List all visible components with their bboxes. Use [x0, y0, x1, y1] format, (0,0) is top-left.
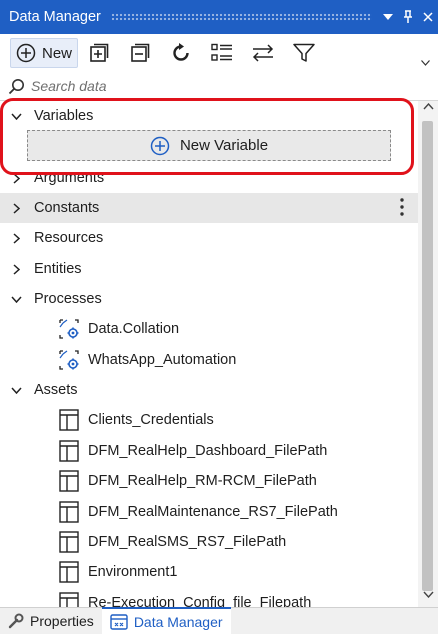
list-view-icon[interactable] — [202, 38, 242, 68]
tree-node-label: Entities — [34, 261, 82, 277]
asset-item-label: DFM_RealHelp_RM-RCM_FilePath — [88, 473, 317, 489]
new-button-label: New — [41, 44, 72, 62]
dropdown-arrow-icon[interactable] — [378, 7, 398, 27]
wrench-icon — [8, 613, 24, 629]
asset-icon — [58, 592, 80, 607]
scroll-up-icon[interactable] — [418, 103, 438, 117]
tree-node-label: Resources — [34, 230, 104, 246]
tab-data-manager[interactable]: Data Manager — [101, 607, 231, 634]
chevron-right-icon[interactable] — [8, 232, 24, 244]
filter-icon[interactable] — [284, 38, 324, 68]
asset-icon — [58, 470, 80, 492]
process-item-label: WhatsApp_Automation — [88, 352, 237, 368]
chevron-right-icon[interactable] — [8, 202, 24, 214]
tree-node-label: Processes — [34, 291, 102, 307]
tree-node-assets[interactable]: Assets — [0, 375, 418, 405]
scrollbar-thumb[interactable] — [422, 121, 433, 591]
chevron-down-icon[interactable] — [8, 295, 24, 303]
tab-properties[interactable]: Properties — [0, 608, 102, 634]
panel-title-bar: Data Manager — [0, 0, 438, 34]
chevron-right-icon[interactable] — [8, 172, 24, 184]
tree-node-constants[interactable]: Constants — [0, 193, 418, 223]
tree-node-label: Variables — [34, 108, 94, 124]
new-variable-button[interactable]: New Variable — [27, 130, 391, 161]
tree-node-processes[interactable]: Processes — [0, 284, 418, 314]
tree-node-label: Arguments — [34, 170, 105, 186]
chevron-right-icon[interactable] — [8, 263, 24, 275]
tab-label: Data Manager — [133, 613, 223, 630]
data-manager-icon — [110, 613, 128, 630]
vertical-scrollbar[interactable] — [418, 101, 438, 607]
panel-title: Data Manager — [9, 9, 101, 25]
tree-node-resources[interactable]: Resources — [0, 223, 418, 253]
add-circle-icon — [150, 136, 170, 155]
toolbar-overflow-icon[interactable] — [421, 58, 430, 68]
swap-icon[interactable] — [243, 38, 283, 68]
data-tree: Variables Arguments Constants Resources … — [0, 101, 418, 607]
process-item-label: Data.Collation — [88, 321, 180, 337]
pin-icon[interactable] — [398, 7, 418, 27]
asset-item-label: Clients_Credentials — [88, 412, 214, 428]
more-options-icon[interactable] — [400, 197, 404, 219]
new-variable-label: New Variable — [179, 137, 269, 154]
close-icon[interactable] — [418, 7, 438, 27]
process-icon — [58, 318, 80, 340]
tree-node-arguments[interactable]: Arguments — [0, 163, 418, 193]
chevron-down-icon[interactable] — [8, 386, 24, 394]
asset-item-label: Re-Execution_Config_file_Filepath — [88, 595, 312, 607]
tree-node-label: Constants — [34, 200, 100, 216]
asset-item-label: DFM_RealSMS_RS7_FilePath — [88, 534, 287, 550]
toolbar: New — [0, 34, 438, 72]
scroll-down-icon[interactable] — [418, 591, 438, 605]
asset-item-label: Environment1 — [88, 564, 178, 580]
tree-node-entities[interactable]: Entities — [0, 254, 418, 284]
asset-icon — [58, 561, 80, 583]
expand-all-icon[interactable] — [79, 38, 119, 68]
tree-node-label: Assets — [34, 382, 78, 398]
asset-item-label: DFM_RealHelp_Dashboard_FilePath — [88, 443, 328, 459]
new-button[interactable]: New — [10, 38, 78, 68]
asset-icon — [58, 409, 80, 431]
asset-icon — [58, 531, 80, 553]
search-input[interactable]: Search data — [31, 78, 107, 94]
asset-icon — [58, 501, 80, 523]
tree-node-variables[interactable]: Variables — [0, 101, 418, 131]
add-circle-icon — [16, 43, 36, 63]
refresh-icon[interactable] — [161, 38, 201, 68]
drag-grip[interactable] — [110, 13, 372, 21]
process-icon — [58, 349, 80, 371]
search-icon — [8, 78, 24, 94]
asset-icon — [58, 440, 80, 462]
bottom-tab-bar: Properties Data Manager — [0, 607, 438, 634]
asset-item-label: DFM_RealMaintenance_RS7_FilePath — [88, 504, 338, 520]
chevron-down-icon[interactable] — [8, 112, 24, 120]
search-bar[interactable]: Search data — [0, 72, 438, 100]
tab-label: Properties — [30, 613, 94, 629]
collapse-all-icon[interactable] — [120, 38, 160, 68]
